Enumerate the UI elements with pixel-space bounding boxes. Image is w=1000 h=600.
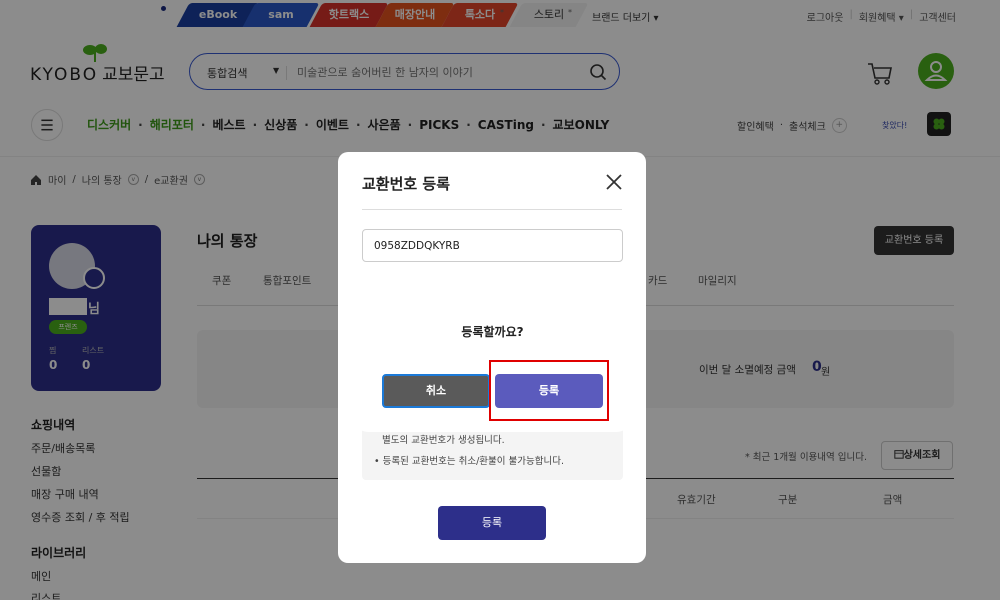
modal-notes: 별도의 교환번호가 생성됩니다. • 등록된 교환번호는 취소/환불이 불가능합… (362, 424, 623, 480)
note-line: • 등록된 교환번호는 취소/환불이 불가능합니다. (374, 456, 564, 467)
modal-title: 교환번호 등록 (362, 175, 451, 193)
modal-register-button[interactable]: 등록 (438, 506, 546, 540)
highlight-box (489, 360, 609, 421)
note-line: 별도의 교환번호가 생성됩니다. (382, 435, 505, 446)
confirm-question: 등록할까요? (461, 325, 524, 339)
close-icon[interactable] (604, 172, 624, 192)
exchange-code-input[interactable] (362, 229, 623, 262)
cancel-button[interactable]: 취소 (382, 374, 490, 408)
